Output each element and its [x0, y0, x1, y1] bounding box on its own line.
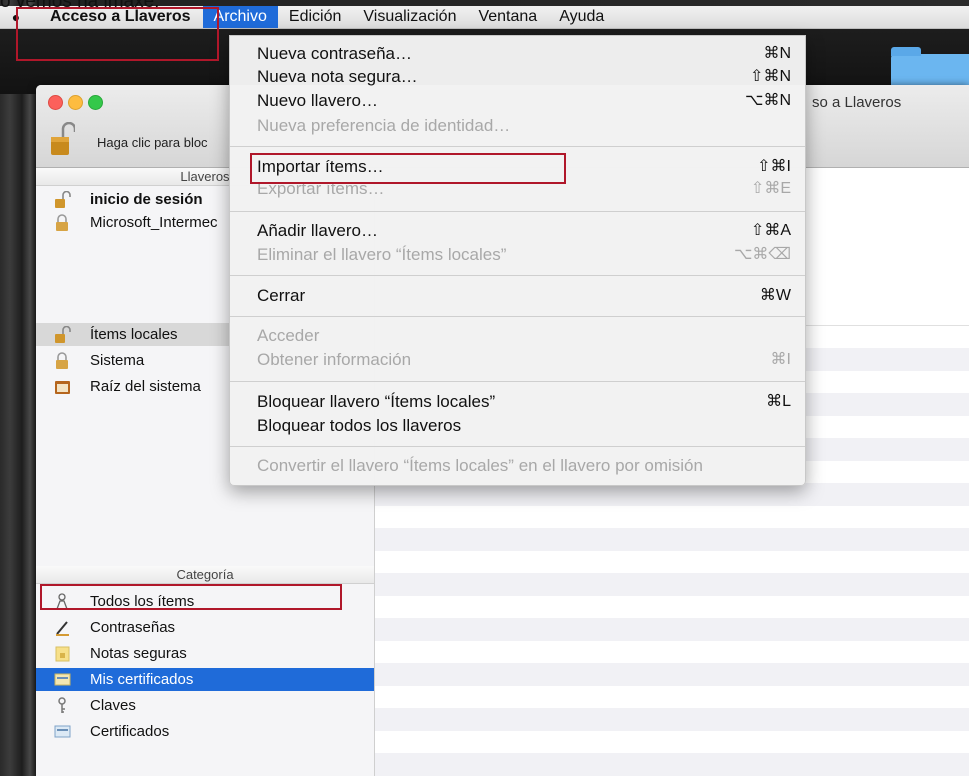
menu-separator — [230, 446, 805, 447]
menu-item-shortcut: ⌘L — [766, 393, 791, 410]
menu-item-nueva-nota-segura[interactable]: Nueva nota segura… ⇧⌘N — [230, 65, 805, 89]
pen-icon — [56, 621, 69, 636]
menu-edicion[interactable]: Edición — [278, 6, 352, 28]
window-title: so a Llaveros — [812, 94, 902, 111]
menu-separator — [230, 275, 805, 276]
certificate-icon — [54, 673, 71, 686]
menu-item-label: Acceder — [257, 326, 320, 345]
menu-item-obtener-informacion: Obtener información ⌘I — [230, 348, 805, 372]
menu-separator — [230, 381, 805, 382]
menu-item-label: Importar ítems… — [257, 157, 384, 176]
menu-separator — [230, 146, 805, 147]
menu-item-bloquear-llavero[interactable]: Bloquear llavero “Ítems locales” ⌘L — [230, 390, 805, 414]
menu-item-label: Bloquear todos los llaveros — [257, 416, 462, 435]
unlocked-padlock-icon — [55, 191, 71, 208]
menu-item-label: Eliminar el llavero “Ítems locales” — [257, 245, 507, 264]
menu-ayuda[interactable]: Ayuda — [548, 6, 615, 28]
sidebar-item-notas-seguras[interactable]: Notas seguras — [36, 642, 374, 665]
caption-text: o vemos na imaxe. — [0, 0, 160, 12]
menu-item-shortcut: ⌥⌘⌫ — [733, 246, 791, 263]
menu-item-shortcut: ⇧⌘N — [750, 68, 791, 85]
menu-item-label: Añadir llavero… — [257, 221, 378, 240]
zoom-button[interactable] — [88, 95, 103, 110]
menu-item-nueva-contrasena[interactable]: Nueva contraseña… ⌘N — [230, 42, 805, 66]
padlock-icon — [56, 214, 68, 231]
sidebar-item-label: Sistema — [90, 352, 145, 369]
menu-item-nuevo-llavero[interactable]: Nuevo llavero… ⌥⌘N — [230, 89, 805, 113]
menu-item-label: Nueva contraseña… — [257, 44, 412, 63]
archivo-dropdown-menu: Nueva contraseña… ⌘N Nueva nota segura… … — [229, 35, 806, 486]
menu-item-exportar-items: Exportar ítems… ⇧⌘E — [230, 177, 805, 201]
menu-item-convertir-llavero: Convertir el llavero “Ítems locales” en … — [230, 454, 805, 478]
menu-item-anadir-llavero[interactable]: Añadir llavero… ⇧⌘A — [230, 219, 805, 243]
note-icon — [55, 646, 70, 662]
sidebar-item-label: inicio de sesión — [90, 191, 203, 208]
sidebar-item-claves[interactable]: Claves — [36, 694, 374, 717]
key-icon — [58, 697, 66, 713]
menu-item-shortcut: ⇧⌘I — [757, 158, 791, 175]
sidebar-item-contrasenas[interactable]: Contraseñas — [36, 616, 374, 639]
menu-item-acceder: Acceder — [230, 324, 805, 348]
padlock-icon — [56, 352, 68, 369]
minimize-button[interactable] — [68, 95, 83, 110]
sidebar-item-label: Ítems locales — [90, 326, 178, 343]
menu-ventana[interactable]: Ventana — [467, 6, 548, 28]
menu-item-label: Convertir el llavero “Ítems locales” en … — [257, 456, 703, 475]
menu-item-label: Obtener información — [257, 350, 412, 369]
unlocked-padlock-icon[interactable] — [51, 122, 75, 156]
unlocked-padlock-icon — [55, 326, 71, 343]
menu-item-nueva-preferencia-identidad: Nueva preferencia de identidad… — [230, 114, 805, 138]
menu-item-eliminar-llavero: Eliminar el llavero “Ítems locales” ⌥⌘⌫ — [230, 243, 805, 267]
sidebar-item-certificados[interactable]: Certificados — [36, 720, 374, 743]
menu-item-shortcut: ⌘W — [759, 287, 791, 304]
sidebar-item-label: Microsoft_Intermec — [90, 214, 218, 231]
screenshot-stage: so a Llaveros Haga clic para bloc Llaver… — [0, 0, 969, 776]
sidebar-item-label: Todos los ítems — [90, 593, 195, 610]
sidebar-item-label: Mis certificados — [90, 671, 194, 688]
menu-separator — [230, 316, 805, 317]
category-header: Categoría — [36, 566, 374, 584]
menu-item-bloquear-todos[interactable]: Bloquear todos los llaveros — [230, 414, 805, 438]
lock-caption: Haga clic para bloc — [97, 135, 208, 150]
menu-item-label: Nueva nota segura… — [257, 67, 418, 86]
close-button[interactable] — [48, 95, 63, 110]
sidebar-item-label: Notas seguras — [90, 645, 187, 662]
menu-item-label: Cerrar — [257, 286, 306, 305]
menu-separator — [230, 211, 805, 212]
sidebar-item-label: Contraseñas — [90, 619, 176, 636]
sidebar-item-label: Certificados — [90, 723, 170, 740]
menu-item-shortcut: ⌘I — [770, 351, 791, 368]
menu-item-shortcut: ⌘N — [763, 45, 791, 62]
certificate-icon — [54, 725, 71, 738]
menu-item-label: Exportar ítems… — [257, 179, 385, 198]
menu-item-shortcut: ⇧⌘A — [750, 222, 791, 239]
sidebar-item-label: Claves — [90, 697, 136, 714]
menu-item-label: Bloquear llavero “Ítems locales” — [257, 392, 496, 411]
people-icon — [56, 593, 68, 610]
folder-cabinet-icon — [55, 381, 70, 394]
sidebar-item-label: Raíz del sistema — [90, 378, 201, 395]
menu-item-shortcut: ⌥⌘N — [745, 92, 791, 109]
menu-item-label: Nueva preferencia de identidad… — [257, 116, 511, 135]
menu-item-importar-items[interactable]: Importar ítems… ⇧⌘I — [230, 155, 805, 179]
menu-visualizacion[interactable]: Visualización — [352, 6, 467, 28]
sidebar-item-mis-certificados[interactable]: Mis certificados — [36, 668, 374, 691]
menu-item-label: Nuevo llavero… — [257, 91, 378, 110]
sidebar-item-todos-los-items[interactable]: Todos los ítems — [36, 590, 374, 613]
menu-item-cerrar[interactable]: Cerrar ⌘W — [230, 284, 805, 308]
menu-item-shortcut: ⇧⌘E — [750, 180, 791, 197]
menu-archivo[interactable]: Archivo — [202, 6, 278, 28]
